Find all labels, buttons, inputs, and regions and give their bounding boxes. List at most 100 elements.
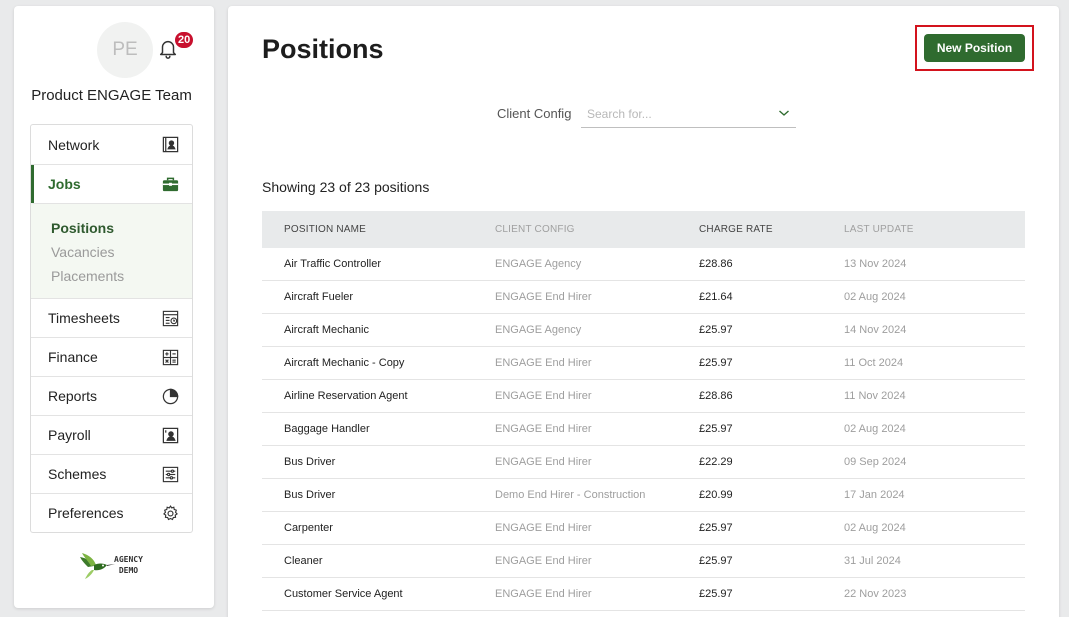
positions-table: POSITION NAME CLIENT CONFIG CHARGE RATE … (262, 211, 1025, 611)
agency-logo: AGENCY DEMO (76, 549, 148, 581)
table-row[interactable]: Bus Driver Demo End Hirer - Construction £… (262, 479, 1025, 512)
briefcase-icon (160, 174, 180, 194)
cell-charge-rate: £28.86 (699, 390, 733, 402)
cell-client-config: ENGAGE End Hirer (495, 588, 592, 600)
column-header-last-update[interactable]: LAST UPDATE (844, 224, 994, 235)
table-row[interactable]: Baggage Handler ENGAGE End Hirer £25.97 02 … (262, 413, 1025, 446)
table-row[interactable]: Bus Driver ENGAGE End Hirer £22.29 09 Sep 2… (262, 446, 1025, 479)
table-row[interactable]: Aircraft Mechanic - Copy ENGAGE End Hirer… (262, 347, 1025, 380)
page-title: Positions (262, 34, 384, 64)
brand-name: AGENCY DEMO (114, 554, 143, 576)
cell-charge-rate: £20.99 (699, 489, 733, 501)
nav-item-label: Reports (48, 388, 98, 404)
cell-charge-rate: £25.97 (699, 324, 733, 336)
cell-charge-rate: £22.29 (699, 456, 733, 468)
cell-charge-rate: £21.64 (699, 291, 733, 303)
column-header-charge-rate[interactable]: CHARGE RATE (699, 224, 844, 235)
nav-item-label: Timesheets (48, 310, 120, 326)
cell-charge-rate: £25.97 (699, 357, 733, 369)
column-header-client-config[interactable]: CLIENT CONFIG (495, 224, 699, 235)
cell-client-config: ENGAGE End Hirer (495, 357, 592, 369)
cell-client-config: ENGAGE End Hirer (495, 291, 592, 303)
table-row[interactable]: Airline Reservation Agent ENGAGE End Hire… (262, 380, 1025, 413)
sliders-icon (160, 464, 180, 484)
timesheet-icon (160, 308, 180, 328)
cell-position-name: Aircraft Fueler (284, 291, 354, 303)
brand-line1: AGENCY (114, 555, 143, 564)
cell-client-config: ENGAGE Agency (495, 258, 582, 270)
subnav-item-vacancies[interactable]: Vacancies (51, 240, 192, 264)
cell-charge-rate: £25.97 (699, 423, 733, 435)
nav-item-finance[interactable]: Finance (31, 337, 192, 376)
cell-last-update: 13 Nov 2024 (844, 258, 907, 270)
column-header-position-name[interactable]: POSITION NAME (262, 224, 495, 235)
sidebar: PE 20 Product ENGAGE Team Network Jobs P… (14, 6, 214, 608)
table-row[interactable]: Aircraft Mechanic ENGAGE Agency £25.97 14 N… (262, 314, 1025, 347)
nav-item-payroll[interactable]: Payroll (31, 415, 192, 454)
nav-item-jobs[interactable]: Jobs (31, 164, 192, 203)
client-config-label: Client Config (497, 106, 572, 121)
cell-last-update: 09 Sep 2024 (844, 456, 907, 468)
cell-charge-rate: £25.97 (699, 555, 733, 567)
brand-line2: DEMO (118, 566, 139, 575)
table-body: Air Traffic Controller ENGAGE Agency £28.8… (262, 248, 1025, 611)
nav-item-preferences[interactable]: Preferences (31, 493, 192, 532)
jobs-subnav: Positions Vacancies Placements (31, 203, 192, 298)
cell-last-update: 11 Oct 2024 (844, 357, 904, 369)
hummingbird-icon (80, 553, 115, 579)
contact-card-icon (160, 135, 180, 155)
nav-item-timesheets[interactable]: Timesheets (31, 298, 192, 337)
nav-item-label: Jobs (48, 176, 81, 192)
team-name: Product ENGAGE Team (31, 87, 192, 104)
cell-last-update: 17 Jan 2024 (844, 489, 905, 501)
nav-item-reports[interactable]: Reports (31, 376, 192, 415)
cell-last-update: 02 Aug 2024 (844, 522, 906, 534)
table-row[interactable]: Customer Service Agent ENGAGE End Hirer £2… (262, 578, 1025, 611)
cell-client-config: ENGAGE End Hirer (495, 522, 592, 534)
nav-item-label: Payroll (48, 427, 91, 443)
table-row[interactable]: Air Traffic Controller ENGAGE Agency £28.8… (262, 248, 1025, 281)
cell-client-config: ENGAGE End Hirer (495, 456, 592, 468)
cell-position-name: Aircraft Mechanic - Copy (284, 357, 405, 369)
client-config-search-input[interactable] (581, 101, 761, 126)
cell-position-name: Air Traffic Controller (284, 258, 381, 270)
cell-position-name: Airline Reservation Agent (284, 390, 408, 402)
avatar[interactable]: PE (97, 22, 153, 78)
cell-position-name: Baggage Handler (284, 423, 370, 435)
cell-position-name: Bus Driver (284, 456, 336, 468)
cell-charge-rate: £25.97 (699, 522, 733, 534)
cell-position-name: Aircraft Mechanic (284, 324, 369, 336)
cell-charge-rate: £28.86 (699, 258, 733, 270)
cell-client-config: ENGAGE Agency (495, 324, 582, 336)
calculator-icon (160, 347, 180, 367)
cell-last-update: 11 Nov 2024 (844, 390, 906, 402)
cell-client-config: ENGAGE End Hirer (495, 390, 592, 402)
main-nav: Network Jobs Positions Vacancies Placeme… (30, 124, 193, 533)
cell-position-name: Cleaner (284, 555, 323, 567)
nav-item-network[interactable]: Network (31, 125, 192, 164)
main-panel: Positions New Position Client Config Sho… (228, 6, 1059, 617)
notification-badge: 20 (174, 31, 195, 49)
gear-icon (160, 503, 180, 523)
cell-position-name: Bus Driver (284, 489, 336, 501)
cell-charge-rate: £25.97 (699, 588, 733, 600)
subnav-item-placements[interactable]: Placements (51, 264, 192, 288)
client-config-select[interactable] (581, 101, 796, 128)
cell-client-config: ENGAGE End Hirer (495, 423, 592, 435)
pie-chart-icon (160, 386, 180, 406)
cell-client-config: ENGAGE End Hirer (495, 555, 592, 567)
table-row[interactable]: Carpenter ENGAGE End Hirer £25.97 02 Aug 20… (262, 512, 1025, 545)
nav-item-label: Network (48, 136, 100, 153)
chevron-down-icon[interactable] (778, 107, 790, 119)
nav-item-label: Finance (48, 349, 98, 365)
nav-item-label: Schemes (48, 466, 107, 482)
cell-position-name: Carpenter (284, 522, 333, 534)
cell-last-update: 02 Aug 2024 (844, 423, 906, 435)
nav-item-label: Preferences (48, 505, 124, 521)
table-row[interactable]: Aircraft Fueler ENGAGE End Hirer £21.64 02 … (262, 281, 1025, 314)
nav-item-schemes[interactable]: Schemes (31, 454, 192, 493)
table-row[interactable]: Cleaner ENGAGE End Hirer £25.97 31 Jul 2024 (262, 545, 1025, 578)
subnav-item-positions[interactable]: Positions (51, 216, 192, 240)
cell-last-update: 31 Jul 2024 (844, 555, 901, 567)
new-position-button[interactable]: New Position (924, 34, 1025, 62)
